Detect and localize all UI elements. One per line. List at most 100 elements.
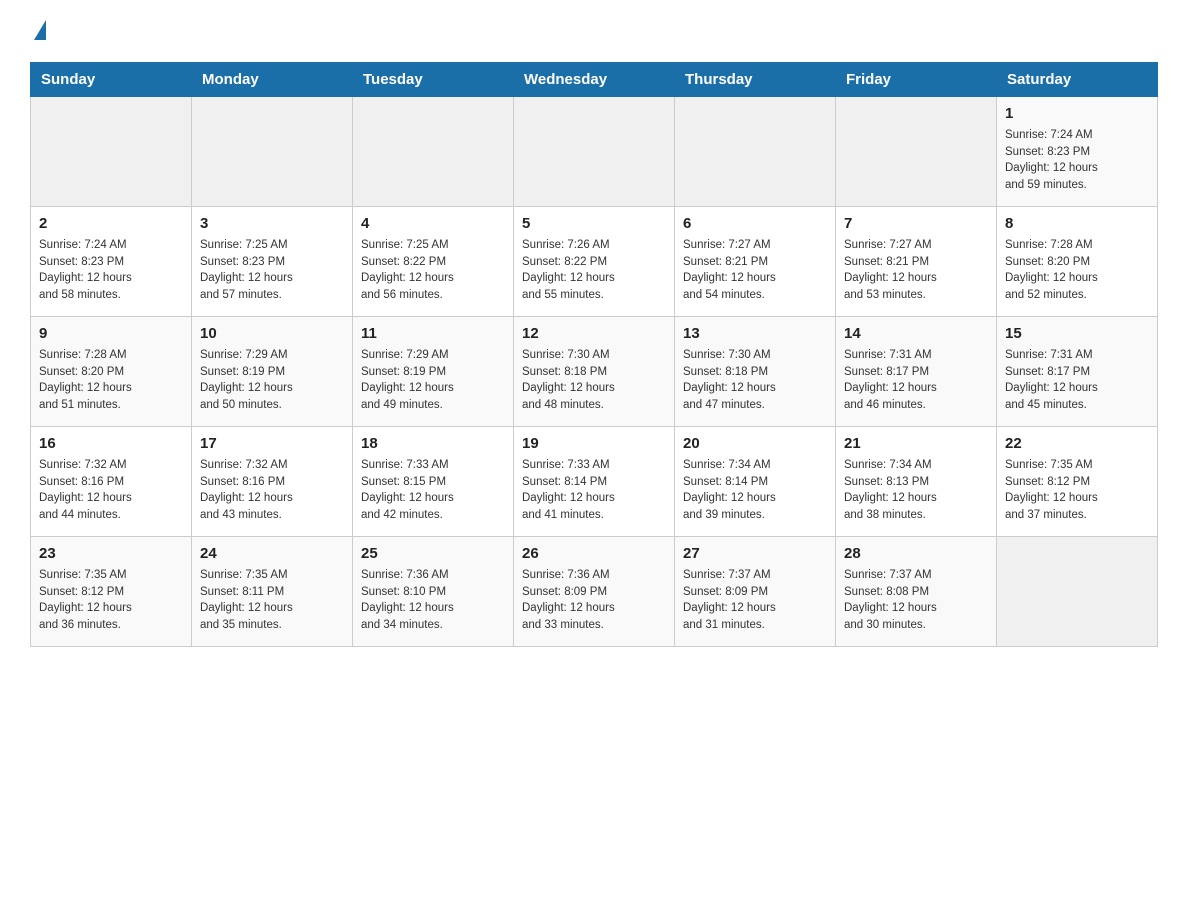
logo-triangle-icon xyxy=(34,20,46,40)
day-number: 17 xyxy=(200,433,344,454)
day-info: Sunrise: 7:30 AM Sunset: 8:18 PM Dayligh… xyxy=(683,347,827,414)
day-info: Sunrise: 7:32 AM Sunset: 8:16 PM Dayligh… xyxy=(39,457,183,524)
day-info: Sunrise: 7:35 AM Sunset: 8:11 PM Dayligh… xyxy=(200,567,344,634)
calendar-cell: 26 Sunrise: 7:36 AM Sunset: 8:09 PM Dayli… xyxy=(514,537,675,647)
day-number: 16 xyxy=(39,433,183,454)
day-number: 6 xyxy=(683,213,827,234)
day-number: 7 xyxy=(844,213,988,234)
day-number: 1 xyxy=(1005,103,1149,124)
header-day-thursday: Thursday xyxy=(675,63,836,97)
day-info: Sunrise: 7:25 AM Sunset: 8:23 PM Dayligh… xyxy=(200,237,344,304)
calendar-cell xyxy=(31,97,192,207)
day-number: 23 xyxy=(39,543,183,564)
day-number: 12 xyxy=(522,323,666,344)
day-number: 19 xyxy=(522,433,666,454)
header-day-sunday: Sunday xyxy=(31,63,192,97)
day-info: Sunrise: 7:28 AM Sunset: 8:20 PM Dayligh… xyxy=(39,347,183,414)
calendar-table: SundayMondayTuesdayWednesdayThursdayFrid… xyxy=(30,62,1158,647)
header-day-tuesday: Tuesday xyxy=(353,63,514,97)
day-number: 22 xyxy=(1005,433,1149,454)
calendar-cell: 5 Sunrise: 7:26 AM Sunset: 8:22 PM Daylig… xyxy=(514,207,675,317)
calendar-cell: 4 Sunrise: 7:25 AM Sunset: 8:22 PM Daylig… xyxy=(353,207,514,317)
day-number: 28 xyxy=(844,543,988,564)
day-number: 18 xyxy=(361,433,505,454)
day-number: 2 xyxy=(39,213,183,234)
day-info: Sunrise: 7:28 AM Sunset: 8:20 PM Dayligh… xyxy=(1005,237,1149,304)
calendar-cell: 15 Sunrise: 7:31 AM Sunset: 8:17 PM Dayli… xyxy=(997,317,1158,427)
day-info: Sunrise: 7:31 AM Sunset: 8:17 PM Dayligh… xyxy=(1005,347,1149,414)
day-info: Sunrise: 7:37 AM Sunset: 8:08 PM Dayligh… xyxy=(844,567,988,634)
calendar-cell xyxy=(675,97,836,207)
day-info: Sunrise: 7:36 AM Sunset: 8:09 PM Dayligh… xyxy=(522,567,666,634)
day-number: 24 xyxy=(200,543,344,564)
day-info: Sunrise: 7:24 AM Sunset: 8:23 PM Dayligh… xyxy=(39,237,183,304)
calendar-cell: 17 Sunrise: 7:32 AM Sunset: 8:16 PM Dayli… xyxy=(192,427,353,537)
day-info: Sunrise: 7:29 AM Sunset: 8:19 PM Dayligh… xyxy=(200,347,344,414)
header-day-friday: Friday xyxy=(836,63,997,97)
day-info: Sunrise: 7:34 AM Sunset: 8:13 PM Dayligh… xyxy=(844,457,988,524)
calendar-cell: 21Sunrise: 7:34 AM Sunset: 8:13 PM Dayli… xyxy=(836,427,997,537)
day-number: 20 xyxy=(683,433,827,454)
day-info: Sunrise: 7:30 AM Sunset: 8:18 PM Dayligh… xyxy=(522,347,666,414)
calendar-header: SundayMondayTuesdayWednesdayThursdayFrid… xyxy=(31,63,1158,97)
calendar-cell: 20 Sunrise: 7:34 AM Sunset: 8:14 PM Dayli… xyxy=(675,427,836,537)
calendar-cell: 23 Sunrise: 7:35 AM Sunset: 8:12 PM Dayli… xyxy=(31,537,192,647)
calendar-cell: 12 Sunrise: 7:30 AM Sunset: 8:18 PM Dayli… xyxy=(514,317,675,427)
day-info: Sunrise: 7:32 AM Sunset: 8:16 PM Dayligh… xyxy=(200,457,344,524)
week-row-2: 2 Sunrise: 7:24 AM Sunset: 8:23 PM Daylig… xyxy=(31,207,1158,317)
calendar-cell: 18 Sunrise: 7:33 AM Sunset: 8:15 PM Dayli… xyxy=(353,427,514,537)
day-info: Sunrise: 7:37 AM Sunset: 8:09 PM Dayligh… xyxy=(683,567,827,634)
calendar-cell xyxy=(514,97,675,207)
calendar-cell: 9 Sunrise: 7:28 AM Sunset: 8:20 PM Daylig… xyxy=(31,317,192,427)
calendar-cell: 2 Sunrise: 7:24 AM Sunset: 8:23 PM Daylig… xyxy=(31,207,192,317)
day-info: Sunrise: 7:25 AM Sunset: 8:22 PM Dayligh… xyxy=(361,237,505,304)
day-number: 26 xyxy=(522,543,666,564)
day-info: Sunrise: 7:35 AM Sunset: 8:12 PM Dayligh… xyxy=(1005,457,1149,524)
calendar-cell: 13 Sunrise: 7:30 AM Sunset: 8:18 PM Dayli… xyxy=(675,317,836,427)
calendar-cell xyxy=(192,97,353,207)
day-number: 27 xyxy=(683,543,827,564)
calendar-cell: 11 Sunrise: 7:29 AM Sunset: 8:19 PM Dayli… xyxy=(353,317,514,427)
calendar-cell: 22 Sunrise: 7:35 AM Sunset: 8:12 PM Dayli… xyxy=(997,427,1158,537)
calendar-cell: 10 Sunrise: 7:29 AM Sunset: 8:19 PM Dayli… xyxy=(192,317,353,427)
day-number: 10 xyxy=(200,323,344,344)
day-info: Sunrise: 7:35 AM Sunset: 8:12 PM Dayligh… xyxy=(39,567,183,634)
calendar-body: 1 Sunrise: 7:24 AM Sunset: 8:23 PM Daylig… xyxy=(31,97,1158,647)
week-row-1: 1 Sunrise: 7:24 AM Sunset: 8:23 PM Daylig… xyxy=(31,97,1158,207)
day-info: Sunrise: 7:33 AM Sunset: 8:14 PM Dayligh… xyxy=(522,457,666,524)
day-info: Sunrise: 7:34 AM Sunset: 8:14 PM Dayligh… xyxy=(683,457,827,524)
calendar-cell: 24 Sunrise: 7:35 AM Sunset: 8:11 PM Dayli… xyxy=(192,537,353,647)
day-number: 4 xyxy=(361,213,505,234)
day-info: Sunrise: 7:27 AM Sunset: 8:21 PM Dayligh… xyxy=(844,237,988,304)
calendar-cell: 16 Sunrise: 7:32 AM Sunset: 8:16 PM Dayli… xyxy=(31,427,192,537)
day-info: Sunrise: 7:31 AM Sunset: 8:17 PM Dayligh… xyxy=(844,347,988,414)
header-day-wednesday: Wednesday xyxy=(514,63,675,97)
day-number: 9 xyxy=(39,323,183,344)
header-day-monday: Monday xyxy=(192,63,353,97)
calendar-cell: 28 Sunrise: 7:37 AM Sunset: 8:08 PM Dayli… xyxy=(836,537,997,647)
header-row: SundayMondayTuesdayWednesdayThursdayFrid… xyxy=(31,63,1158,97)
day-info: Sunrise: 7:29 AM Sunset: 8:19 PM Dayligh… xyxy=(361,347,505,414)
day-info: Sunrise: 7:26 AM Sunset: 8:22 PM Dayligh… xyxy=(522,237,666,304)
day-number: 15 xyxy=(1005,323,1149,344)
day-info: Sunrise: 7:24 AM Sunset: 8:23 PM Dayligh… xyxy=(1005,127,1149,194)
calendar-cell: 19 Sunrise: 7:33 AM Sunset: 8:14 PM Dayli… xyxy=(514,427,675,537)
calendar-cell: 14 Sunrise: 7:31 AM Sunset: 8:17 PM Dayli… xyxy=(836,317,997,427)
week-row-5: 23 Sunrise: 7:35 AM Sunset: 8:12 PM Dayli… xyxy=(31,537,1158,647)
calendar-cell xyxy=(353,97,514,207)
day-info: Sunrise: 7:33 AM Sunset: 8:15 PM Dayligh… xyxy=(361,457,505,524)
calendar-cell xyxy=(836,97,997,207)
day-number: 25 xyxy=(361,543,505,564)
day-number: 5 xyxy=(522,213,666,234)
page-header xyxy=(30,20,1158,42)
week-row-3: 9 Sunrise: 7:28 AM Sunset: 8:20 PM Daylig… xyxy=(31,317,1158,427)
calendar-cell xyxy=(997,537,1158,647)
week-row-4: 16 Sunrise: 7:32 AM Sunset: 8:16 PM Dayli… xyxy=(31,427,1158,537)
calendar-cell: 1 Sunrise: 7:24 AM Sunset: 8:23 PM Daylig… xyxy=(997,97,1158,207)
day-info: Sunrise: 7:36 AM Sunset: 8:10 PM Dayligh… xyxy=(361,567,505,634)
day-number: 13 xyxy=(683,323,827,344)
day-number: 11 xyxy=(361,323,505,344)
day-number: 14 xyxy=(844,323,988,344)
calendar-cell: 25 Sunrise: 7:36 AM Sunset: 8:10 PM Dayli… xyxy=(353,537,514,647)
day-number: 3 xyxy=(200,213,344,234)
